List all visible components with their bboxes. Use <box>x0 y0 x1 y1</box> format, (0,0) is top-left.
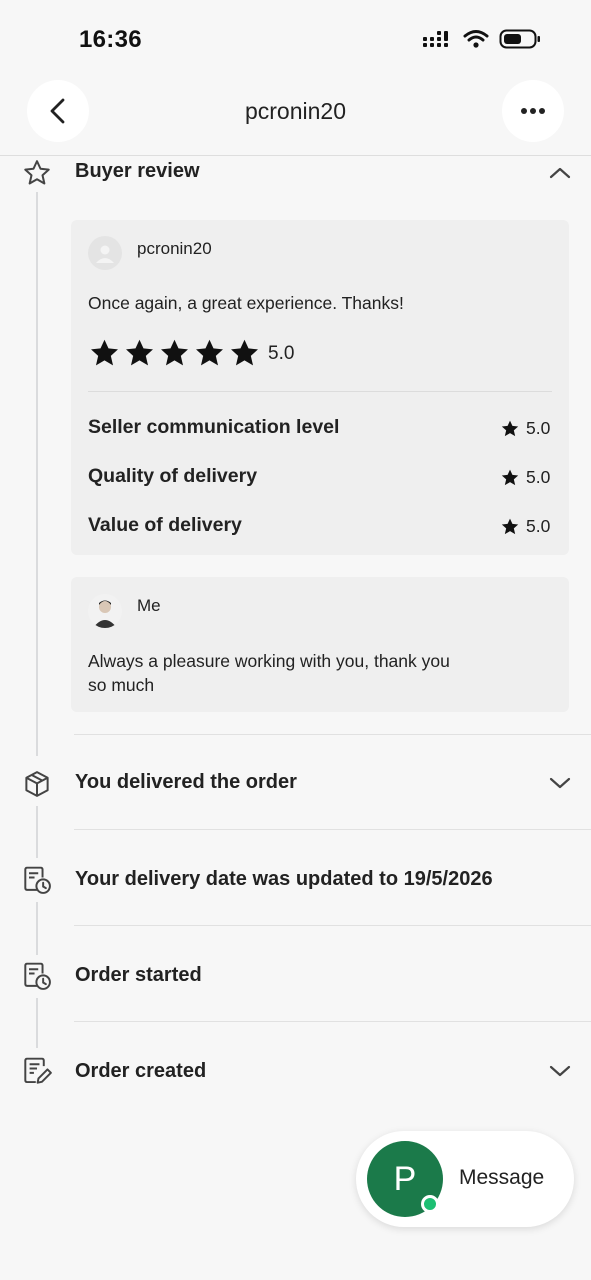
wifi-icon <box>463 30 489 48</box>
reply-text-line: so much <box>88 675 155 695</box>
sub-rating-number: 5.0 <box>526 467 551 487</box>
row-divider <box>74 925 591 926</box>
star-filled-icon <box>501 420 519 436</box>
star-filled-icon <box>161 339 188 366</box>
star-filled-icon <box>501 518 519 534</box>
sub-rating-value: 5.0 <box>500 418 550 439</box>
cellular-signal-icon <box>423 31 448 47</box>
row-divider <box>74 1021 591 1022</box>
overall-rating-value: 5.0 <box>268 343 295 364</box>
calendar-clock-icon <box>20 863 54 897</box>
profile-photo-icon <box>93 600 117 628</box>
star-filled-icon <box>196 339 223 366</box>
reviewer-avatar <box>88 236 122 270</box>
row-divider <box>74 734 591 735</box>
buyer-review-card <box>71 220 569 555</box>
timeline-connector <box>36 192 38 756</box>
document-edit-icon <box>20 1054 54 1088</box>
expand-button[interactable] <box>547 1058 573 1084</box>
chevron-down-icon <box>549 777 571 789</box>
sub-rating-label: Value of delivery <box>88 514 242 536</box>
collapse-button[interactable] <box>547 160 573 186</box>
review-text: Once again, a great experience. Thanks! <box>88 293 404 313</box>
more-options-button[interactable] <box>502 80 564 142</box>
timeline-item-title: Your delivery date was updated to 19/5/2… <box>75 868 493 890</box>
star-filled-icon <box>126 339 153 366</box>
status-icons <box>423 28 541 50</box>
reply-text-line: Always a pleasure working with you, than… <box>88 651 450 671</box>
row-divider <box>74 829 591 830</box>
sub-rating-number: 5.0 <box>526 418 551 438</box>
more-horizontal-icon <box>521 108 545 114</box>
expand-button[interactable] <box>547 770 573 796</box>
timeline-item-title: Order started <box>75 964 202 986</box>
avatar <box>88 594 122 628</box>
battery-icon <box>499 29 540 49</box>
sub-rating-label: Quality of delivery <box>88 465 258 487</box>
timeline-connector <box>36 902 38 955</box>
header-divider <box>0 155 591 156</box>
sub-rating-label: Seller communication level <box>88 416 340 438</box>
sub-rating-value: 5.0 <box>500 516 550 537</box>
star-filled-icon <box>231 339 258 366</box>
buyer-review-title: Buyer review <box>75 160 200 182</box>
card-divider <box>88 391 552 392</box>
online-status-dot <box>421 1195 439 1213</box>
sub-rating-number: 5.0 <box>526 516 551 536</box>
reviewer-name: pcronin20 <box>137 239 212 258</box>
star-outline-icon <box>20 156 54 190</box>
timeline-connector <box>36 998 38 1048</box>
timeline-item-title[interactable]: You delivered the order <box>75 771 297 794</box>
status-time: 16:36 <box>79 26 142 53</box>
reply-author-name: Me <box>137 596 161 615</box>
timeline-connector <box>36 806 38 858</box>
package-icon <box>20 767 54 801</box>
user-placeholder-icon <box>96 245 114 263</box>
message-button-label[interactable]: Message <box>459 1166 544 1190</box>
star-filled-icon <box>501 469 519 485</box>
chevron-up-icon <box>549 167 571 179</box>
calendar-clock-icon <box>20 959 54 993</box>
star-rating <box>88 337 261 370</box>
chevron-down-icon <box>549 1065 571 1077</box>
sub-rating-value: 5.0 <box>500 467 550 488</box>
timeline-item-title[interactable]: Order created <box>75 1060 206 1083</box>
star-filled-icon <box>91 339 118 366</box>
